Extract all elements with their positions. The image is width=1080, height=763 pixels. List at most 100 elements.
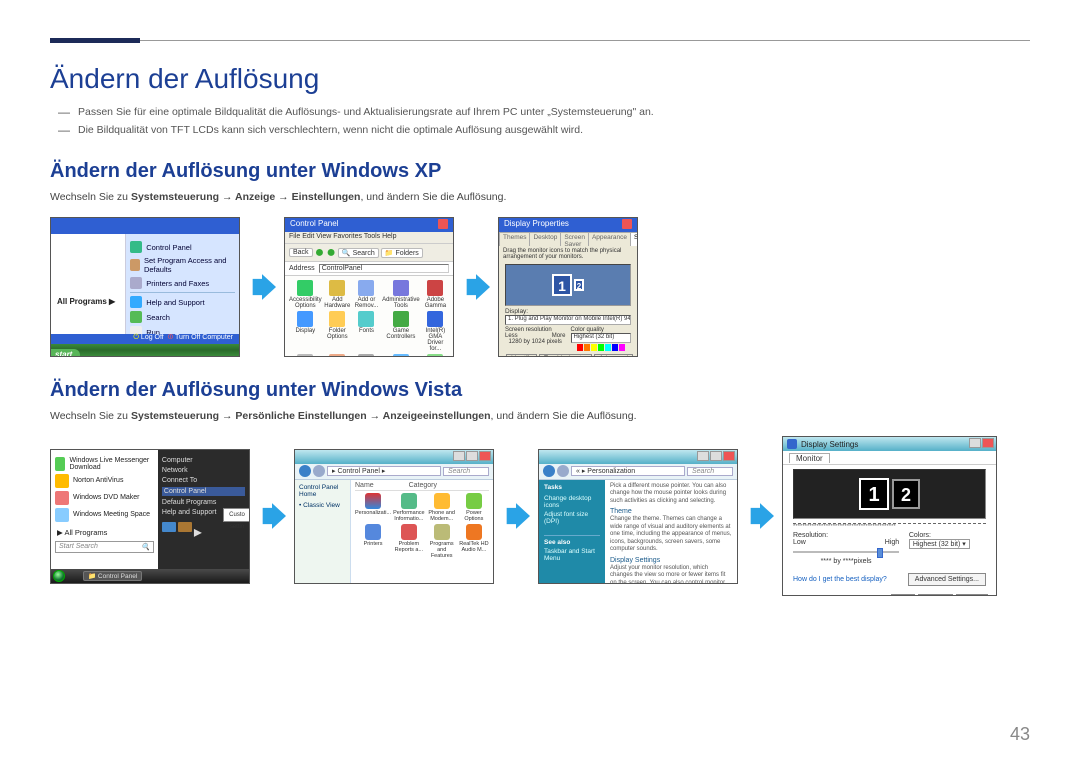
xp-all-programs[interactable]: All Programs ▶: [57, 297, 115, 306]
tab-screensaver[interactable]: Screen Saver: [560, 232, 589, 246]
cpl-item[interactable]: Intel(R) GMA Driver for...: [422, 311, 449, 352]
back-icon[interactable]: [543, 465, 555, 477]
theme-link[interactable]: Theme: [610, 508, 732, 515]
vista-r-computer[interactable]: Computer: [162, 457, 245, 464]
xp-props-tabs[interactable]: Themes Desktop Screen Saver Appearance S…: [499, 232, 637, 246]
search-input[interactable]: Search: [687, 467, 733, 476]
search-button[interactable]: 🔍 Search: [338, 248, 379, 258]
cpl-item[interactable]: Printers: [355, 524, 391, 559]
advanced-button[interactable]: Advanced: [594, 354, 633, 357]
cpl-item[interactable]: Personalizati...: [355, 493, 391, 522]
minimize-icon[interactable]: [969, 438, 981, 448]
maximize-icon[interactable]: [710, 451, 722, 461]
xp-start-button[interactable]: start: [51, 349, 80, 357]
cpl-item[interactable]: Performance Informatio...: [393, 493, 425, 522]
explorer-nav-bar[interactable]: « ▸ Personalization Search: [539, 464, 737, 480]
apply-button[interactable]: Apply: [956, 594, 988, 596]
cpl-item[interactable]: Administrative Tools: [382, 280, 420, 309]
vista-r-controlpanel[interactable]: Control Panel: [162, 487, 245, 496]
vista-start-item-2[interactable]: Windows DVD Maker: [55, 491, 154, 505]
colors-select[interactable]: Highest (32 bit) ▾: [909, 539, 970, 549]
breadcrumb[interactable]: « ▸ Personalization: [571, 466, 685, 476]
vista-monitor-preview[interactable]: 1 2: [793, 469, 986, 519]
close-icon[interactable]: [438, 219, 448, 229]
cpl-item[interactable]: RealTek HD Audio M...: [459, 524, 489, 559]
display-settings-tabs[interactable]: Monitor: [783, 451, 996, 465]
monitor-1-icon[interactable]: 1: [552, 274, 572, 296]
cpl-item[interactable]: Power Options: [459, 493, 489, 522]
maximize-icon[interactable]: [466, 451, 478, 461]
cpl-item[interactable]: Adobe Gamma: [422, 280, 449, 309]
cpl-item[interactable]: Phone and Modem...: [427, 493, 457, 522]
cpl-item[interactable]: Accessibility Options: [289, 280, 322, 309]
monitor-2-icon[interactable]: 2: [892, 479, 920, 509]
tab-themes[interactable]: Themes: [499, 232, 530, 246]
minimize-icon[interactable]: [697, 451, 709, 461]
cpl-item[interactable]: Add Hardware: [324, 280, 351, 309]
cpl-item[interactable]: Game Controllers: [382, 311, 420, 352]
advanced-settings-button[interactable]: Advanced Settings...: [908, 573, 986, 586]
adjust-font-size-link[interactable]: Adjust font size (DPI): [544, 511, 600, 525]
cpl-item[interactable]: Folder Options: [324, 311, 351, 352]
cpl-item[interactable]: Mail: [324, 354, 351, 357]
minimize-icon[interactable]: [453, 451, 465, 461]
folders-button[interactable]: 📁 Folders: [381, 248, 423, 258]
start-search-input[interactable]: Start Search🔍: [55, 541, 154, 553]
cpl-item[interactable]: Mouse: [353, 354, 380, 357]
display-select[interactable]: 1. Plug and Play Monitor on Mobile Intel…: [505, 315, 631, 325]
best-display-link[interactable]: How do I get the best display?: [793, 576, 887, 583]
cpl-classic-link[interactable]: • Classic View: [299, 502, 346, 509]
vista-taskbar[interactable]: 📁 Control Panel: [51, 569, 249, 583]
xp-cpl-addressbar[interactable]: Address ControlPanel: [285, 262, 453, 276]
explorer-nav-bar[interactable]: ▸ Control Panel ▸ Search: [295, 464, 493, 480]
identify-button[interactable]: Identify: [506, 354, 537, 357]
close-icon[interactable]: [479, 451, 491, 461]
forward-icon[interactable]: [557, 465, 569, 477]
color-select[interactable]: Highest (32 bit): [571, 333, 631, 343]
xp-taskbar[interactable]: start: [51, 344, 239, 356]
cpl-item[interactable]: Programs and Features: [427, 524, 457, 559]
xp-monitor-preview[interactable]: 1 2: [505, 264, 631, 306]
display-settings-link[interactable]: Display Settings: [610, 557, 732, 564]
display-settings-titlebar[interactable]: Display Settings: [783, 437, 996, 451]
xp-start-item-1[interactable]: Printers and Faxes: [130, 277, 235, 289]
close-icon[interactable]: [622, 219, 632, 229]
cpl-item[interactable]: Display: [289, 311, 322, 352]
monitor-1-icon[interactable]: 1: [859, 478, 889, 510]
cpl-item[interactable]: Problem Reports a...: [393, 524, 425, 559]
xp-start-item-3[interactable]: Search: [130, 311, 235, 323]
close-icon[interactable]: [723, 451, 735, 461]
cpl-item[interactable]: Keyboard: [289, 354, 322, 357]
cpl-column-headers[interactable]: NameCategory: [355, 482, 489, 491]
xp-cpl-titlebar[interactable]: Control Panel: [285, 218, 453, 232]
vista-start-item-1[interactable]: Norton AntiVirus: [55, 474, 154, 488]
xp-cpl-toolbar[interactable]: Back ●● 🔍 Search 📁 Folders: [285, 244, 453, 262]
monitor-2-icon[interactable]: 2: [574, 279, 584, 291]
xp-cpl-menubar[interactable]: File Edit View Favorites Tools Help: [285, 232, 453, 244]
lock-icon[interactable]: [178, 522, 192, 532]
tab-settings[interactable]: Settings: [630, 232, 638, 246]
tab-monitor[interactable]: Monitor: [789, 453, 830, 463]
vista-all-programs[interactable]: ▶ All Programs: [55, 528, 154, 537]
cpl-item[interactable]: Add or Remov...: [353, 280, 380, 309]
tab-desktop[interactable]: Desktop: [529, 232, 561, 246]
troubleshoot-button[interactable]: Troubleshoot...: [539, 354, 592, 357]
breadcrumb[interactable]: ▸ Control Panel ▸: [327, 466, 441, 476]
vista-r-connect[interactable]: Connect To: [162, 477, 245, 484]
search-input[interactable]: Search: [443, 467, 489, 476]
cpl-item[interactable]: Network Setup Wizard: [422, 354, 449, 357]
back-icon[interactable]: [299, 465, 311, 477]
forward-icon[interactable]: [313, 465, 325, 477]
xp-props-titlebar[interactable]: Display Properties: [499, 218, 637, 232]
xp-start-item-0[interactable]: Set Program Access and Defaults: [130, 256, 235, 274]
change-desktop-icons-link[interactable]: Change desktop icons: [544, 495, 600, 509]
window-frame-top[interactable]: [295, 450, 493, 464]
cancel-button[interactable]: Cancel: [918, 594, 954, 596]
cpl-item[interactable]: Network Connections: [382, 354, 420, 357]
taskbar-item[interactable]: 📁 Control Panel: [83, 571, 142, 581]
vista-start-item-3[interactable]: Windows Meeting Space: [55, 508, 154, 522]
xp-start-item-2[interactable]: Help and Support: [130, 296, 235, 308]
window-frame-top[interactable]: [539, 450, 737, 464]
ok-button[interactable]: OK: [891, 594, 915, 596]
power-icon[interactable]: [162, 522, 176, 532]
